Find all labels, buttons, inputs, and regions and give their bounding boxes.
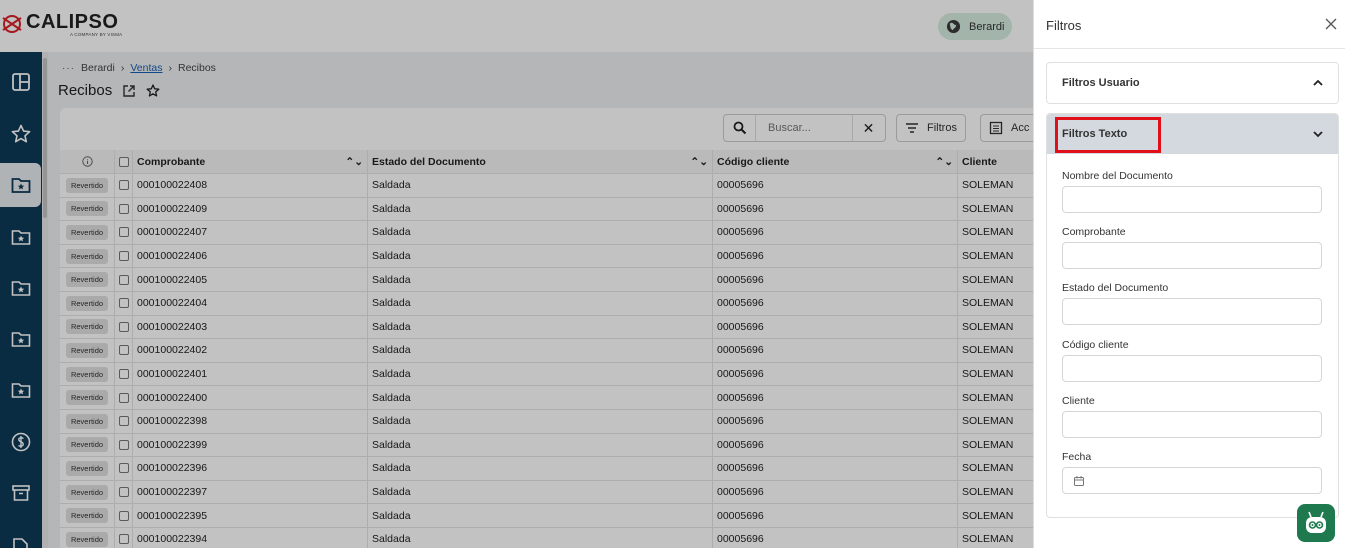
field-comprobante: Comprobante xyxy=(1062,226,1322,269)
highlight-box xyxy=(1055,117,1161,153)
assistant-bot-button[interactable] xyxy=(1297,504,1335,542)
field-cliente: Cliente xyxy=(1062,395,1322,438)
section-title: Filtros Usuario xyxy=(1062,77,1140,89)
close-icon[interactable] xyxy=(1323,16,1339,32)
filters-texto-section: Filtros Texto Nombre del Documento Compr… xyxy=(1046,113,1339,518)
field-label: Cliente xyxy=(1062,395,1095,407)
fecha-input[interactable] xyxy=(1062,467,1322,494)
field-label: Código cliente xyxy=(1062,339,1129,351)
calendar-icon[interactable] xyxy=(1073,475,1085,487)
estado-documento-input[interactable] xyxy=(1062,298,1322,325)
field-label: Nombre del Documento xyxy=(1062,170,1173,182)
filters-panel-header: Filtros xyxy=(1034,0,1345,49)
filters-panel-title: Filtros xyxy=(1046,18,1082,33)
field-estado-documento: Estado del Documento xyxy=(1062,282,1322,325)
field-label: Comprobante xyxy=(1062,226,1126,238)
filters-usuario-section: Filtros Usuario xyxy=(1046,62,1339,104)
filters-panel: Filtros Filtros Usuario Filtros Texto No… xyxy=(1033,0,1345,548)
field-label: Estado del Documento xyxy=(1062,282,1169,294)
codigo-cliente-input[interactable] xyxy=(1062,355,1322,382)
field-fecha: Fecha xyxy=(1062,451,1322,494)
filters-usuario-toggle[interactable]: Filtros Usuario xyxy=(1047,63,1338,103)
field-label: Fecha xyxy=(1062,451,1092,463)
robot-icon xyxy=(1306,511,1326,533)
field-nombre-documento: Nombre del Documento xyxy=(1062,170,1322,213)
cliente-input[interactable] xyxy=(1062,411,1322,438)
chevron-down-icon xyxy=(1313,131,1323,138)
comprobante-input[interactable] xyxy=(1062,242,1322,269)
chevron-up-icon xyxy=(1313,79,1323,86)
nombre-documento-input[interactable] xyxy=(1062,186,1322,213)
modal-backdrop[interactable] xyxy=(0,0,1033,548)
field-codigo-cliente: Código cliente xyxy=(1062,339,1322,382)
